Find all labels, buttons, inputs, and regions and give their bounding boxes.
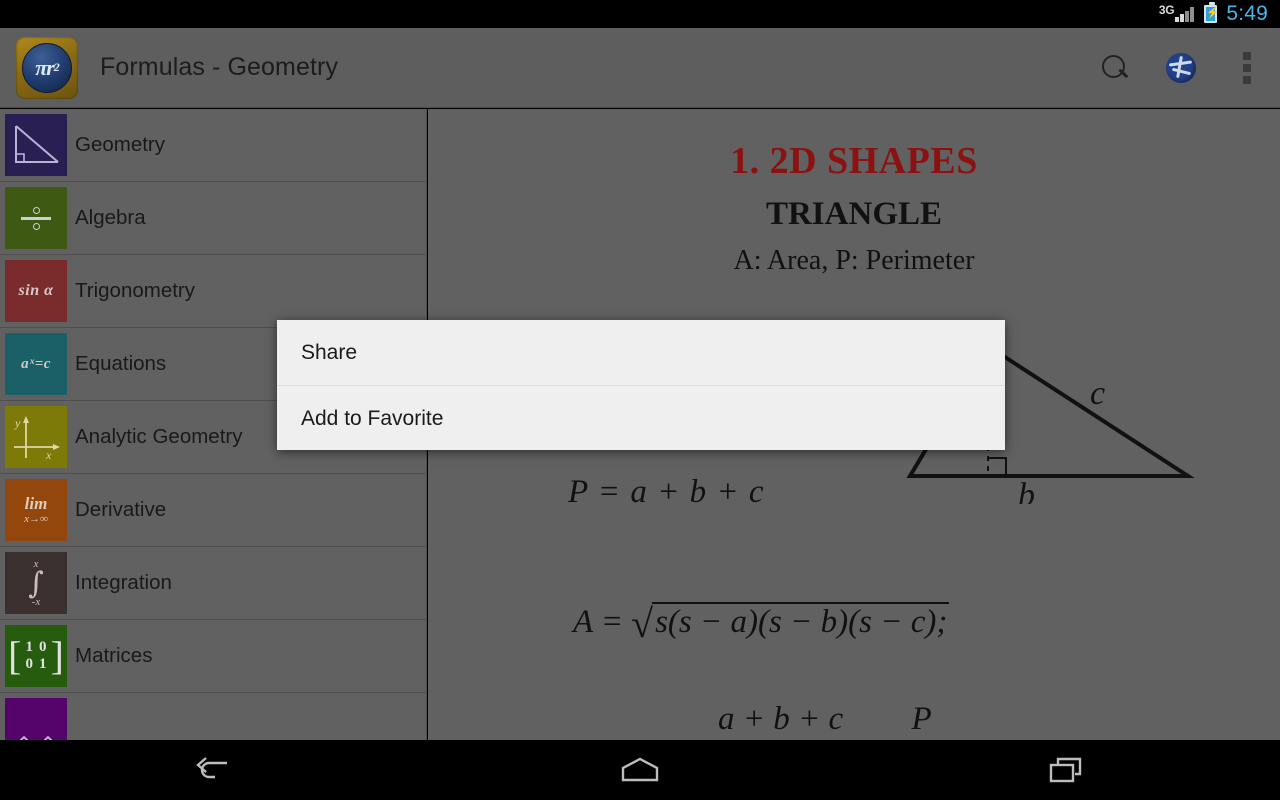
matrix-cell: 0 xyxy=(25,656,34,672)
sidebar-item-geometry[interactable]: Geometry xyxy=(0,109,426,182)
matrix-cell: 1 xyxy=(25,639,34,655)
status-clock: 5:49 xyxy=(1226,2,1268,25)
sidebar-item-trigonometry[interactable]: sin α Trigonometry xyxy=(0,255,426,328)
sin-alpha-icon: sin α xyxy=(5,260,67,322)
sidebar-item-label: Analytic Geometry xyxy=(75,425,243,448)
legend-text: A: Area, P: Perimeter xyxy=(733,245,975,276)
overflow-menu-button[interactable] xyxy=(1214,28,1280,108)
sidebar-item-label: Algebra xyxy=(75,206,146,229)
formula-area-radical: s(s − a)(s − b)(s − c); xyxy=(631,600,950,647)
app-logo-glyph: πr 2 xyxy=(22,42,72,93)
menu-item-share[interactable]: Share xyxy=(277,320,1005,385)
integral-symbol: ∫ xyxy=(28,565,44,601)
search-icon xyxy=(1102,54,1128,81)
formula-area-lead: A = xyxy=(573,604,624,640)
integral-icon: x ∫ -x xyxy=(5,552,67,614)
sidebar-item-partial[interactable] xyxy=(0,693,426,740)
signal-bars-icon xyxy=(1175,6,1195,22)
series-wave-icon xyxy=(5,698,67,740)
formula-semiperimeter: a + b + c P xyxy=(718,701,932,738)
battery-charging-icon xyxy=(1204,2,1218,23)
sidebar-item-matrices[interactable]: [ 10 01 ] Matrices xyxy=(0,620,426,693)
home-icon xyxy=(621,757,659,782)
sidebar-item-label: Trigonometry xyxy=(75,279,195,302)
status-bar: 3G 5:49 xyxy=(0,0,1280,28)
formula-semiperimeter-right: P xyxy=(911,701,932,737)
sidebar-item-integration[interactable]: x ∫ -x Integration xyxy=(0,547,426,620)
network-type-label: 3G xyxy=(1158,3,1175,17)
matrix-bracket-left: [ xyxy=(8,633,22,678)
sidebar-item-label: Derivative xyxy=(75,498,167,521)
exponential-equation-icon: aˣ=c xyxy=(5,333,67,395)
formula-semiperimeter-numerator: a + b + c xyxy=(718,701,844,737)
integral-lower-limit: -x xyxy=(31,595,41,608)
shape-title: TRIANGLE xyxy=(765,196,943,232)
overflow-menu-icon xyxy=(1243,51,1251,84)
sidebar-item-label: Geometry xyxy=(75,133,165,156)
svg-text:c: c xyxy=(1090,375,1105,412)
sidebar-item-derivative[interactable]: lim x→∞ Derivative xyxy=(0,474,426,547)
equation-glyph: aˣ=c xyxy=(21,355,51,372)
navigation-bar xyxy=(0,740,1280,800)
sidebar-item-algebra[interactable]: Algebra xyxy=(0,182,426,255)
division-sign-icon xyxy=(5,187,67,249)
limit-icon: lim x→∞ xyxy=(5,479,67,541)
recents-icon xyxy=(1049,757,1081,783)
android-screen: 3G 5:49 πr2 Formulas - Geometry xyxy=(0,0,1280,800)
context-menu[interactable]: Share Add to Favorite xyxy=(277,320,1005,450)
sidebar-item-label: Integration xyxy=(75,571,172,594)
web-button[interactable] xyxy=(1148,28,1214,108)
page-title: Formulas - Geometry xyxy=(100,53,339,81)
svg-text:b: b xyxy=(1018,477,1035,504)
formula-area-body: s(s − a)(s − b)(s − c); xyxy=(655,604,948,640)
recents-button[interactable] xyxy=(997,740,1137,800)
limit-glyph-bottom: x→∞ xyxy=(24,513,48,525)
app-logo-text: πr xyxy=(35,54,55,80)
svg-text:x: x xyxy=(45,448,52,461)
matrix-cell: 0 xyxy=(39,639,47,655)
xy-axes-icon: y x xyxy=(5,406,67,468)
identity-matrix-icon: [ 10 01 ] xyxy=(5,625,67,687)
formula-area: A = s(s − a)(s − b)(s − c); xyxy=(573,600,950,647)
menu-item-add-to-favorite[interactable]: Add to Favorite xyxy=(277,386,1005,451)
back-button[interactable] xyxy=(143,740,283,800)
right-triangle-icon xyxy=(5,114,67,176)
sin-alpha-glyph: sin α xyxy=(18,282,54,299)
app-logo-exponent: 2 xyxy=(53,60,60,74)
formula-perimeter: P = a + b + c xyxy=(568,474,765,510)
action-bar: πr 2 Formulas - Geometry xyxy=(0,28,1280,108)
app-logo-icon: πr 2 xyxy=(16,36,78,99)
back-icon xyxy=(196,757,228,779)
svg-text:y: y xyxy=(14,416,21,430)
matrix-bracket-right: ] xyxy=(50,633,64,678)
home-button[interactable] xyxy=(570,740,710,800)
sidebar-item-label: Equations xyxy=(75,352,167,375)
search-button[interactable] xyxy=(1082,28,1148,108)
section-title: 1. 2D SHAPES xyxy=(730,140,978,182)
matrix-cell: 1 xyxy=(39,656,47,672)
matrix-values: 10 01 xyxy=(23,639,50,673)
action-bar-buttons xyxy=(1082,28,1280,108)
limit-glyph-top: lim xyxy=(24,494,48,513)
globe-icon xyxy=(1166,52,1196,83)
sidebar-item-label: Matrices xyxy=(75,644,153,667)
